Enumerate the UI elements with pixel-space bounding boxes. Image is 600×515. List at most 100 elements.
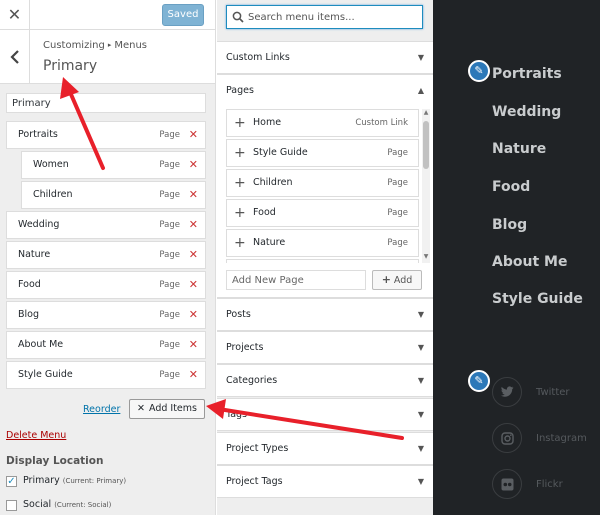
remove-item-icon[interactable]: ✕ <box>189 122 198 148</box>
scroll-up-icon[interactable]: ▲ <box>422 109 430 119</box>
section-label: Projects <box>226 342 264 353</box>
checkbox-icon[interactable] <box>6 500 17 511</box>
edit-shortcut-pencil-icon[interactable]: ✎ <box>468 60 490 82</box>
twitter-social-button[interactable] <box>492 377 522 407</box>
menu-item-label: Children <box>33 189 73 200</box>
plus-icon: + <box>234 115 246 131</box>
preview-nav-item[interactable]: Food <box>492 179 530 195</box>
page-item[interactable]: + Food Page <box>226 199 419 227</box>
scroll-down-icon[interactable]: ▼ <box>422 253 430 263</box>
project-types-section[interactable]: Project Types ▼ <box>217 432 433 465</box>
remove-item-icon[interactable]: ✕ <box>189 302 198 328</box>
preview-nav-item[interactable]: Style Guide <box>492 291 583 307</box>
tags-section[interactable]: Tags ▼ <box>217 398 433 431</box>
delete-menu-link[interactable]: Delete Menu <box>6 430 66 441</box>
section-header: Customizing ▸ Menus Primary <box>0 30 215 84</box>
add-new-page-input[interactable] <box>226 270 366 290</box>
page-item[interactable]: + <box>226 259 419 263</box>
menu-item-type: Page <box>159 310 180 320</box>
menu-item-type: Page <box>159 340 180 350</box>
preview-nav-item[interactable]: Nature <box>492 141 546 157</box>
section-label: Categories <box>226 375 278 386</box>
menu-item[interactable]: Food Page ✕ <box>6 271 206 299</box>
social-label: Instagram <box>536 433 587 444</box>
social-label: Twitter <box>536 387 570 398</box>
instagram-social-button[interactable] <box>492 423 522 453</box>
add-page-label: Add <box>393 275 413 286</box>
pages-scrollbar[interactable]: ▲ ▼ <box>422 109 430 263</box>
flickr-icon <box>501 478 514 491</box>
reorder-link[interactable]: Reorder <box>83 404 120 415</box>
saved-button[interactable]: Saved <box>162 4 204 26</box>
remove-item-icon[interactable]: ✕ <box>189 242 198 268</box>
plus-icon: + <box>234 260 246 263</box>
page-item[interactable]: + Home Custom Link <box>226 109 419 137</box>
remove-item-icon[interactable]: ✕ <box>189 272 198 298</box>
menu-item[interactable]: Blog Page ✕ <box>6 301 206 329</box>
caret-down-icon: ▼ <box>417 410 424 419</box>
search-icon <box>232 11 244 23</box>
section-label: Pages <box>226 85 254 96</box>
categories-section[interactable]: Categories ▼ <box>217 364 433 397</box>
menu-item[interactable]: Portraits Page ✕ <box>6 121 206 149</box>
caret-down-icon: ▼ <box>417 477 424 486</box>
location-note: (Current: Primary) <box>62 477 127 485</box>
checkbox-checked-icon[interactable]: ✓ <box>6 476 17 487</box>
back-button[interactable] <box>0 30 30 84</box>
menu-item-type: Page <box>159 280 180 290</box>
pages-section: Pages ▲ + Home Custom Link + Style Guide Pag… <box>217 74 433 298</box>
remove-item-icon[interactable]: ✕ <box>189 182 198 208</box>
breadcrumb: Customizing ▸ Menus <box>43 40 147 51</box>
section-label: Custom Links <box>226 52 290 63</box>
section-label: Project Types <box>226 443 289 454</box>
plus-icon: + <box>234 205 246 221</box>
preview-nav-item[interactable]: About Me <box>492 254 567 270</box>
menu-item[interactable]: Women Page ✕ <box>21 151 206 179</box>
remove-item-icon[interactable]: ✕ <box>189 332 198 358</box>
menu-item-label: Portraits <box>18 129 58 140</box>
page-item[interactable]: + Style Guide Page <box>226 139 419 167</box>
page-item[interactable]: + Nature Page <box>226 229 419 257</box>
page-item-label: Nature <box>253 237 286 248</box>
preview-nav-item[interactable]: Blog <box>492 217 527 233</box>
instagram-icon <box>501 432 514 445</box>
preview-nav-item[interactable]: Portraits <box>492 66 562 82</box>
remove-item-icon[interactable]: ✕ <box>189 362 198 388</box>
page-item-label: Home <box>253 117 282 128</box>
custom-links-section[interactable]: Custom Links ▼ <box>217 41 433 74</box>
page-item-label: Children <box>253 177 293 188</box>
projects-section[interactable]: Projects ▼ <box>217 331 433 364</box>
add-items-button[interactable]: ✕ Add Items <box>129 399 205 419</box>
menu-item[interactable]: Style Guide Page ✕ <box>6 361 206 389</box>
add-page-button[interactable]: + Add <box>372 270 422 290</box>
menu-item[interactable]: Children Page ✕ <box>21 181 206 209</box>
flickr-social-button[interactable] <box>492 469 522 499</box>
menu-item[interactable]: About Me Page ✕ <box>6 331 206 359</box>
menu-name-input[interactable] <box>6 93 206 113</box>
menu-item[interactable]: Nature Page ✕ <box>6 241 206 269</box>
customizer-panel: ✕ Saved Customizing▸Menus Primary Portra… <box>0 0 216 515</box>
close-customizer-button[interactable]: ✕ <box>0 0 30 30</box>
page-item[interactable]: + Children Page <box>226 169 419 197</box>
preview-nav-item[interactable]: Wedding <box>492 104 561 120</box>
search-box[interactable] <box>226 5 423 29</box>
menu-item[interactable]: Wedding Page ✕ <box>6 211 206 239</box>
caret-down-icon: ▼ <box>417 444 424 453</box>
menu-item-label: Blog <box>18 309 39 320</box>
page-item-type: Page <box>387 178 408 188</box>
page-item-type: Page <box>387 238 408 248</box>
posts-section[interactable]: Posts ▼ <box>217 298 433 331</box>
remove-item-icon[interactable]: ✕ <box>189 152 198 178</box>
section-label: Tags <box>226 409 248 420</box>
customizer-header: ✕ Saved <box>0 0 215 30</box>
site-preview: ✎ Portraits Wedding Nature Food Blog Abo… <box>433 0 600 515</box>
search-input[interactable] <box>248 9 418 25</box>
edit-shortcut-pencil-icon[interactable]: ✎ <box>468 370 490 392</box>
menu-item-label: About Me <box>18 339 64 350</box>
available-items-panel: Custom Links ▼ Pages ▲ + Home Custom Link … <box>217 0 433 515</box>
remove-item-icon[interactable]: ✕ <box>189 212 198 238</box>
menu-item-label: Wedding <box>18 219 60 230</box>
breadcrumb-child: Menus <box>114 40 147 51</box>
scrollbar-thumb[interactable] <box>423 121 429 169</box>
project-tags-section[interactable]: Project Tags ▼ <box>217 465 433 498</box>
